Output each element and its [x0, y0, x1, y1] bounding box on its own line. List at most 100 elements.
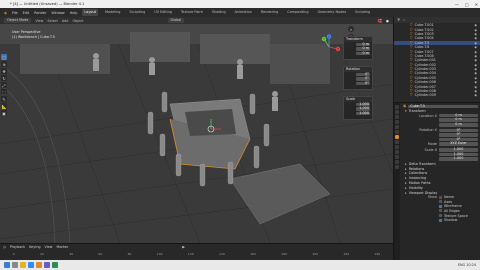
eye-icon[interactable]: ◉: [474, 76, 477, 80]
blender-app-icon[interactable]: [36, 262, 42, 268]
eye-icon[interactable]: ◉: [474, 54, 477, 58]
rotation-y-field[interactable]: 0°: [356, 76, 370, 81]
menu-help[interactable]: Help: [70, 11, 78, 15]
outliner-item[interactable]: ▽ Cylinder.009 ◉: [394, 93, 480, 97]
world-tab-icon[interactable]: [395, 130, 399, 134]
checkbox[interactable]: [439, 200, 442, 204]
outliner-filter-icon[interactable]: ⧩: [397, 18, 400, 22]
workspace-tab-shading[interactable]: Shading: [210, 9, 228, 16]
shading-solid-icon[interactable]: ●: [386, 19, 389, 23]
move-tool-icon[interactable]: ✥: [1, 68, 7, 74]
keying-menu[interactable]: Keying: [29, 245, 40, 249]
output-tab-icon[interactable]: [395, 115, 399, 119]
checkbox[interactable]: [439, 204, 442, 208]
app-icon[interactable]: [44, 262, 50, 268]
view-layer-tab-icon[interactable]: [395, 120, 399, 124]
select-menu[interactable]: Select: [47, 19, 57, 23]
timeline-view-menu[interactable]: View: [45, 245, 53, 249]
workspace-tab-animation[interactable]: Animation: [233, 9, 254, 16]
checkbox[interactable]: [439, 195, 442, 199]
blender-logo-icon[interactable]: ◉: [4, 11, 7, 15]
measure-tool-icon[interactable]: 📐: [1, 103, 7, 109]
eye-icon[interactable]: ◉: [474, 63, 477, 67]
explorer-icon[interactable]: [20, 262, 26, 268]
object-tab-icon[interactable]: [395, 135, 399, 139]
checkbox[interactable]: [439, 214, 442, 218]
modifier-tab-icon[interactable]: [395, 140, 399, 144]
object-menu[interactable]: Object: [72, 19, 83, 23]
workspace-tab-scripting[interactable]: Scripting: [353, 9, 372, 16]
navigation-gizmo[interactable]: X Y Z: [316, 34, 342, 60]
scene-tab-icon[interactable]: [395, 125, 399, 129]
location-z-field[interactable]: 0 m: [439, 122, 478, 127]
workspace-tab-uv-editing[interactable]: UV Editing: [152, 9, 174, 16]
orientation-selector[interactable]: Global: [167, 18, 185, 23]
search-icon[interactable]: [12, 262, 18, 268]
annotate-tool-icon[interactable]: ✎: [1, 96, 7, 102]
constraints-tab-icon[interactable]: [395, 155, 399, 159]
maximize-icon[interactable]: □: [465, 2, 469, 7]
eye-icon[interactable]: ◉: [474, 93, 477, 97]
marker-menu[interactable]: Marker: [57, 245, 69, 249]
eye-icon[interactable]: ◉: [474, 41, 477, 45]
scale-z-field[interactable]: 1.000: [439, 157, 478, 161]
physics-tab-icon[interactable]: [395, 150, 399, 154]
checkbox[interactable]: [439, 218, 442, 222]
select-box-tool-icon[interactable]: ▢: [1, 54, 7, 60]
workspace-tab-modeling[interactable]: Modeling: [103, 9, 122, 16]
windows-start-icon[interactable]: [4, 262, 10, 268]
play-icon[interactable]: ▶: [182, 245, 185, 249]
workspace-tab-compositing[interactable]: Compositing: [285, 9, 310, 16]
3d-viewport[interactable]: ▢ ⊕ ✥ ↻ ⤢ ⬚ ✎ 📐 ▣ User Perspective (1) W…: [0, 24, 393, 243]
render-tab-icon[interactable]: [395, 110, 399, 114]
workspace-tab-rendering[interactable]: Rendering: [259, 9, 280, 16]
browser-icon[interactable]: [28, 262, 34, 268]
add-cube-tool-icon[interactable]: ▣: [1, 110, 7, 116]
rotate-tool-icon[interactable]: ↻: [1, 75, 7, 81]
particles-tab-icon[interactable]: [395, 145, 399, 149]
transform-z-field[interactable]: 0 m: [356, 51, 370, 55]
eye-icon[interactable]: ◉: [474, 71, 477, 75]
menu-edit[interactable]: Edit: [23, 11, 30, 15]
menu-window[interactable]: Window: [51, 11, 64, 15]
workspace-tab-texture-paint[interactable]: Texture Paint: [179, 9, 205, 16]
checkbox[interactable]: [439, 209, 442, 213]
rotation-mode-select[interactable]: XYZ Euler: [439, 142, 478, 147]
eye-icon[interactable]: ◉: [474, 58, 477, 62]
eye-icon[interactable]: ◉: [474, 28, 477, 32]
minimize-icon[interactable]: —: [455, 2, 459, 7]
material-tab-icon[interactable]: [395, 165, 399, 169]
menu-render[interactable]: Render: [34, 11, 46, 15]
eye-icon[interactable]: ◉: [474, 50, 477, 54]
timeline-ruler[interactable]: 0 20 40 60 80 100 120 140 160 180 200 220 240: [0, 252, 393, 260]
eye-icon[interactable]: ◉: [474, 80, 477, 84]
eye-icon[interactable]: ◉: [474, 89, 477, 93]
eye-icon[interactable]: ◉: [474, 85, 477, 89]
scale-y-field[interactable]: 1.000: [356, 106, 370, 111]
playback-menu[interactable]: Playback: [10, 245, 25, 249]
outliner-search-icon[interactable]: ⌕: [403, 18, 405, 22]
workspace-tab-sculpting[interactable]: Sculpting: [127, 9, 147, 16]
eye-icon[interactable]: ◉: [474, 32, 477, 36]
workspace-tab-layout[interactable]: Layout: [82, 9, 98, 16]
cursor-tool-icon[interactable]: ⊕: [1, 61, 7, 67]
timeline-editor-icon[interactable]: ◷: [3, 245, 6, 249]
eye-icon[interactable]: ◉: [474, 36, 477, 40]
view-menu[interactable]: View: [35, 19, 43, 23]
eye-icon[interactable]: ◉: [474, 45, 477, 49]
scale-tool-icon[interactable]: ⤢: [1, 82, 7, 88]
close-icon[interactable]: ✕: [475, 2, 478, 7]
zoom-icon[interactable]: ⌕: [348, 26, 354, 32]
eye-icon[interactable]: ◉: [474, 67, 477, 71]
menu-file[interactable]: File: [12, 11, 18, 15]
tool-tab-icon[interactable]: [395, 105, 399, 109]
workspace-tab-geometry-nodes[interactable]: Geometry Nodes: [316, 9, 349, 16]
data-tab-icon[interactable]: [395, 160, 399, 164]
mode-selector[interactable]: Object Mode: [4, 18, 32, 23]
app-icon-2[interactable]: [52, 262, 58, 268]
add-menu[interactable]: Add: [62, 19, 69, 23]
rotation-z-field[interactable]: 0°: [356, 81, 370, 85]
object-name-field[interactable]: Cube.T.5: [408, 104, 478, 109]
transform-y-field[interactable]: 0 m: [356, 46, 370, 51]
eye-icon[interactable]: ◉: [474, 23, 477, 27]
